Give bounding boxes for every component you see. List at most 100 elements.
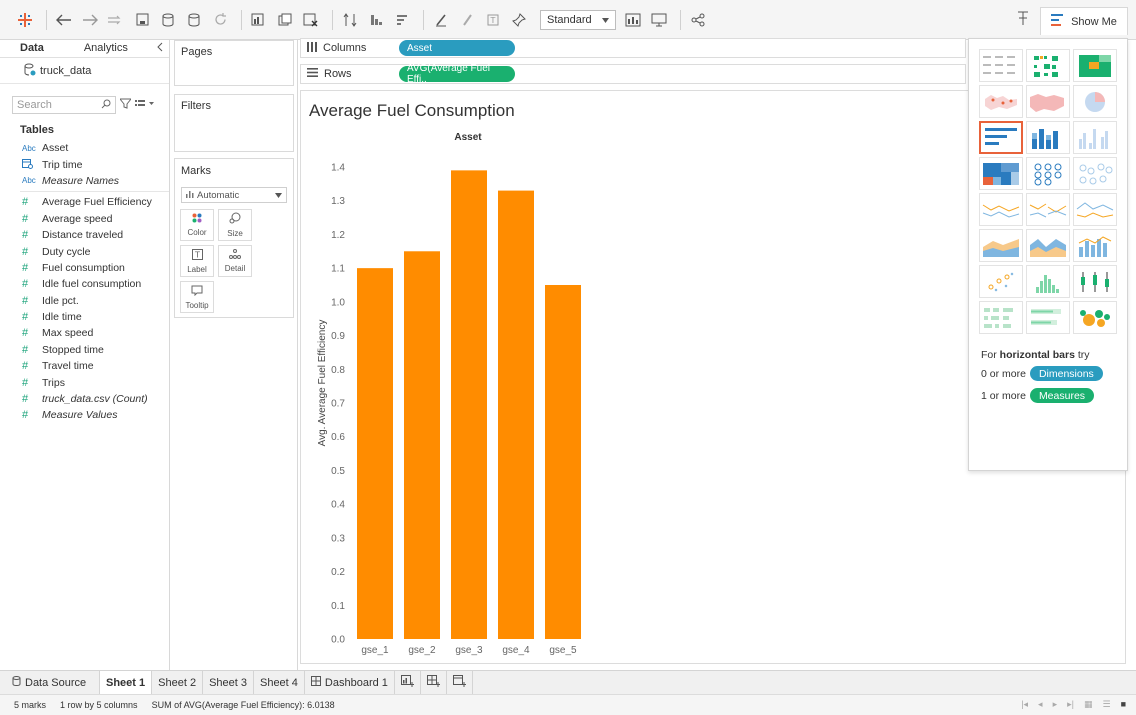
grid-view-icon[interactable]: ▦: [1084, 699, 1093, 710]
side-by-side-circles-icon[interactable]: [1073, 157, 1117, 190]
filled-map-icon[interactable]: [1026, 85, 1070, 118]
duplicate-icon[interactable]: [274, 9, 296, 31]
pause-updates-icon[interactable]: [183, 9, 205, 31]
group-icon[interactable]: [456, 9, 478, 31]
bar-gse_1[interactable]: [357, 268, 393, 639]
pin-icon[interactable]: [1016, 10, 1030, 29]
swap-icon[interactable]: [339, 9, 361, 31]
symbol-map-icon[interactable]: [979, 85, 1023, 118]
field-measure[interactable]: # Fuel consumption: [0, 260, 169, 276]
field-measure[interactable]: # Idle fuel consumption: [0, 276, 169, 292]
area-continuous-icon[interactable]: [979, 229, 1023, 262]
tableau-logo-icon[interactable]: [14, 9, 36, 31]
pages-card[interactable]: Pages: [174, 40, 294, 86]
highlight-table-icon[interactable]: [1073, 49, 1117, 82]
refresh-icon[interactable]: [209, 9, 231, 31]
tab-data-source[interactable]: Data Source: [0, 671, 100, 694]
packed-bubbles-icon[interactable]: [1073, 301, 1117, 334]
field-measure[interactable]: # truck_data.csv (Count): [0, 391, 169, 407]
field-measure[interactable]: # Idle pct.: [0, 293, 169, 309]
tab-view-icon[interactable]: ■: [1121, 699, 1126, 710]
field-measure[interactable]: # Max speed: [0, 325, 169, 341]
sort-descending-icon[interactable]: [391, 9, 413, 31]
tab-sheet-3[interactable]: Sheet 3: [203, 671, 254, 694]
avg-fuel-efficiency-pill[interactable]: AVG(Average Fuel Effi..: [399, 63, 515, 85]
heat-map-icon[interactable]: [1026, 49, 1070, 82]
field-measure-names[interactable]: Abc Measure Names: [0, 173, 169, 189]
redo-icon[interactable]: [79, 9, 101, 31]
view-options-icon[interactable]: [135, 99, 155, 112]
size-button[interactable]: Size: [218, 209, 252, 241]
first-page-icon[interactable]: |◂: [1021, 699, 1028, 710]
circle-views-icon[interactable]: [1026, 157, 1070, 190]
field-measure[interactable]: # Distance traveled: [0, 227, 169, 243]
columns-shelf[interactable]: Columns Asset: [300, 38, 966, 58]
previous-page-icon[interactable]: ◂: [1038, 699, 1043, 710]
field-asset[interactable]: Abc Asset: [0, 140, 169, 156]
bullet-graph-icon[interactable]: [1026, 301, 1070, 334]
tab-data[interactable]: Data: [0, 40, 64, 57]
presentation-icon[interactable]: [648, 9, 670, 31]
rows-shelf[interactable]: Rows AVG(Average Fuel Effi..: [300, 63, 966, 85]
show-me-button[interactable]: Show Me: [1040, 7, 1128, 35]
labels-icon[interactable]: T: [482, 9, 504, 31]
new-dashboard-tab[interactable]: [421, 671, 447, 694]
field-measure[interactable]: # Duty cycle: [0, 243, 169, 259]
show-cards-icon[interactable]: [622, 9, 644, 31]
new-worksheet-tab[interactable]: [395, 671, 421, 694]
bar-gse_2[interactable]: [404, 251, 440, 640]
histogram-icon[interactable]: [1026, 265, 1070, 298]
treemap-icon[interactable]: [979, 157, 1023, 190]
label-button[interactable]: T Label: [180, 245, 214, 277]
highlight-icon[interactable]: [430, 9, 452, 31]
box-whisker-icon[interactable]: [1073, 265, 1117, 298]
fix-axes-icon[interactable]: [508, 9, 530, 31]
sort-ascending-icon[interactable]: [365, 9, 387, 31]
field-measure[interactable]: # Idle time: [0, 309, 169, 325]
tab-sheet-2[interactable]: Sheet 2: [152, 671, 204, 694]
area-discrete-icon[interactable]: [1026, 229, 1070, 262]
tooltip-button[interactable]: Tooltip: [180, 281, 214, 313]
share-icon[interactable]: [687, 9, 709, 31]
view-size-select[interactable]: Standard: [540, 9, 616, 30]
undo-icon[interactable]: [53, 9, 75, 31]
bar-gse_3[interactable]: [451, 170, 487, 639]
tab-dashboard-1[interactable]: Dashboard 1: [305, 671, 395, 694]
next-page-icon[interactable]: ▸: [1053, 699, 1058, 710]
mark-type-select[interactable]: Automatic: [181, 187, 287, 203]
dual-combination-icon[interactable]: [1073, 229, 1117, 262]
scatter-plot-icon[interactable]: [979, 265, 1023, 298]
asset-pill[interactable]: Asset: [399, 40, 515, 56]
tab-sheet-1[interactable]: Sheet 1: [100, 671, 153, 694]
dual-lines-icon[interactable]: [1073, 193, 1117, 226]
horizontal-bars-icon[interactable]: [979, 121, 1023, 154]
last-page-icon[interactable]: ▸|: [1067, 699, 1074, 710]
bar-gse_4[interactable]: [498, 190, 534, 639]
filters-card[interactable]: Filters: [174, 94, 294, 152]
replay-icon[interactable]: [105, 9, 127, 31]
line-continuous-icon[interactable]: [979, 193, 1023, 226]
bar-gse_5[interactable]: [545, 285, 581, 639]
detail-button[interactable]: Detail: [218, 245, 252, 277]
clear-sheet-icon[interactable]: [300, 9, 322, 31]
pie-chart-icon[interactable]: [1073, 85, 1117, 118]
gantt-icon[interactable]: [979, 301, 1023, 334]
new-datasource-icon[interactable]: [157, 9, 179, 31]
text-table-icon[interactable]: [979, 49, 1023, 82]
line-discrete-icon[interactable]: [1026, 193, 1070, 226]
collapse-icon[interactable]: [148, 40, 171, 57]
tab-analytics[interactable]: Analytics: [64, 40, 148, 57]
field-trip-time[interactable]: Trip time: [0, 156, 169, 172]
field-measure[interactable]: # Average speed: [0, 211, 169, 227]
field-measure[interactable]: # Stopped time: [0, 342, 169, 358]
color-button[interactable]: Color: [180, 209, 214, 241]
side-by-side-bars-icon[interactable]: [1073, 121, 1117, 154]
list-view-icon[interactable]: ☰: [1102, 699, 1110, 710]
datasource-item[interactable]: truck_data: [0, 58, 169, 84]
field-measure[interactable]: # Average Fuel Efficiency: [0, 194, 169, 210]
field-measure[interactable]: # Trips: [0, 374, 169, 390]
filter-icon[interactable]: [118, 98, 133, 112]
field-measure[interactable]: # Travel time: [0, 358, 169, 374]
new-story-tab[interactable]: [447, 671, 473, 694]
tab-sheet-4[interactable]: Sheet 4: [254, 671, 305, 694]
